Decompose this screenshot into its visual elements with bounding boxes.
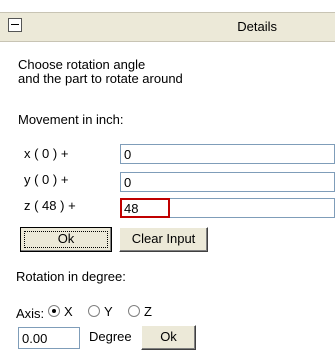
y-label: y ( 0 ) + — [24, 172, 69, 187]
collapse-button[interactable] — [8, 18, 22, 32]
intro-line-1: Choose rotation angle — [18, 57, 146, 72]
details-panel: Details Choose rotation angle and the pa… — [0, 0, 335, 358]
rotation-ok-button[interactable]: Ok — [141, 325, 196, 350]
movement-ok-button[interactable]: Ok — [20, 227, 112, 252]
axis-radio-group: X Y Z — [48, 304, 178, 321]
x-input[interactable] — [120, 144, 335, 164]
details-header: Details — [0, 12, 335, 42]
degree-input[interactable] — [18, 327, 80, 349]
radio-x-label: X — [64, 304, 73, 319]
z-label: z ( 48 ) + — [24, 198, 76, 213]
axis-label: Axis: — [16, 306, 45, 321]
z-input[interactable] — [120, 198, 170, 218]
rotation-ok-label: Ok — [160, 329, 177, 344]
radio-y-label: Y — [104, 304, 113, 319]
x-label: x ( 0 ) + — [24, 146, 69, 161]
radio-x-indicator[interactable] — [48, 305, 60, 317]
degree-label: Degree — [89, 329, 132, 344]
header-title: Details — [237, 19, 277, 34]
z-input-extension — [170, 198, 335, 218]
radio-y-indicator[interactable] — [88, 305, 100, 317]
clear-input-button[interactable]: Clear Input — [119, 227, 208, 252]
movement-heading: Movement in inch: — [18, 112, 124, 127]
clear-input-label: Clear Input — [131, 231, 196, 246]
y-input[interactable] — [120, 172, 335, 192]
rotation-heading: Rotation in degree: — [16, 269, 126, 284]
radio-z-label: Z — [144, 304, 152, 319]
focus-rect — [24, 231, 108, 248]
radio-z-indicator[interactable] — [128, 305, 140, 317]
intro-line-2: and the part to rotate around — [18, 71, 183, 86]
